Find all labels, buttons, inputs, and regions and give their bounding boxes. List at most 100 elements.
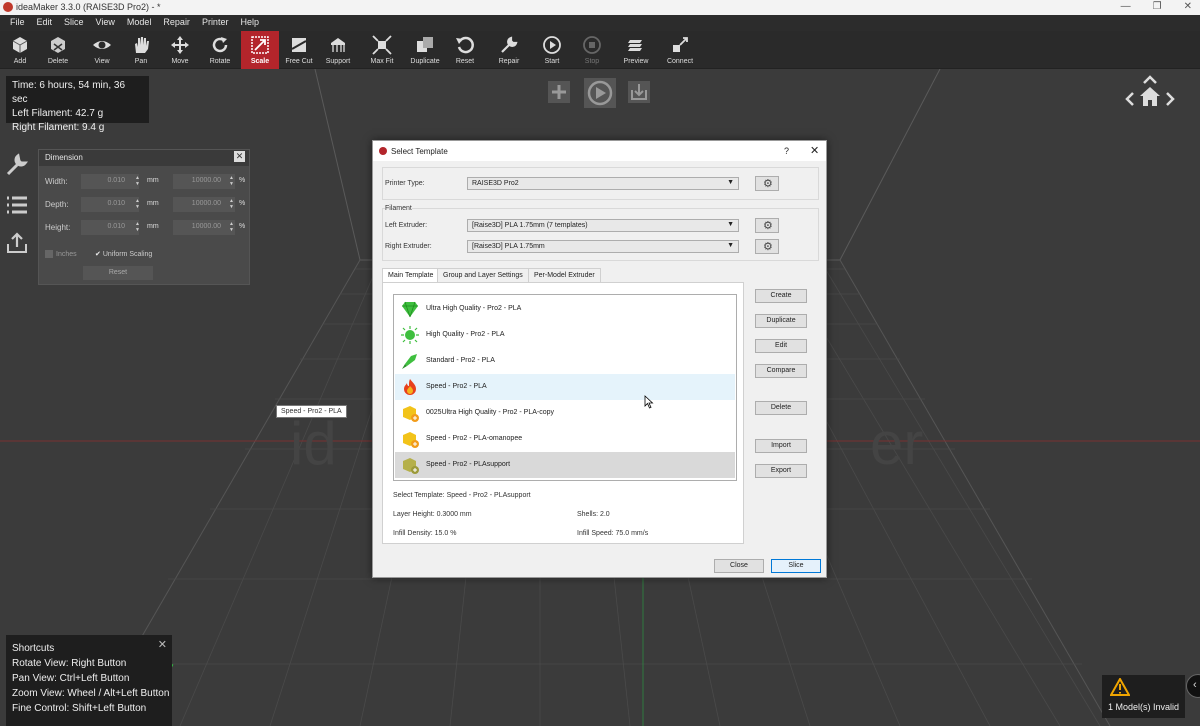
uniform-scaling-checkbox[interactable]: ✔ Uniform Scaling xyxy=(95,250,152,258)
left-extruder-label: Left Extruder: xyxy=(385,222,428,229)
delete-template-button[interactable]: Delete xyxy=(755,401,807,415)
close-button[interactable]: Close xyxy=(714,559,764,573)
move-button[interactable]: Move xyxy=(161,31,199,69)
shortcuts-close-button[interactable]: ✕ xyxy=(158,638,167,653)
export-button[interactable]: Export xyxy=(755,464,807,478)
printer-settings-button[interactable]: ⚙ xyxy=(755,176,779,191)
dialog-help-button[interactable]: ? xyxy=(784,146,789,156)
template-row[interactable]: Ultra High Quality - Pro2 - PLA xyxy=(395,296,735,322)
selected-template-info: Select Template: Speed - Pro2 - PLAsuppo… xyxy=(393,492,531,499)
depth-pct-input[interactable]: 10000.00 xyxy=(173,197,235,212)
svg-text:er: er xyxy=(870,410,923,477)
height-mm-input[interactable]: 0.010 xyxy=(81,220,139,235)
menu-help[interactable]: Help xyxy=(234,15,265,31)
dimension-close-button[interactable]: ✕ xyxy=(234,151,245,162)
custom-template-icon xyxy=(403,458,419,474)
duplicate-button[interactable]: Duplicate xyxy=(406,31,444,69)
depth-pct-spinner[interactable]: ▲ ▼ xyxy=(229,198,235,211)
menu-view[interactable]: View xyxy=(90,15,121,31)
play-view-icon[interactable] xyxy=(584,78,616,108)
minimize-button[interactable]: — xyxy=(1121,1,1131,12)
reset-button[interactable]: Reset xyxy=(446,31,484,69)
preview-button[interactable]: Preview xyxy=(617,31,655,69)
dimension-title: Dimension xyxy=(45,153,83,162)
maximize-button[interactable]: ❐ xyxy=(1153,1,1162,12)
slice-button[interactable]: Slice xyxy=(771,559,821,573)
view-button[interactable]: View xyxy=(83,31,121,69)
rotate-button[interactable]: Rotate xyxy=(201,31,239,69)
support-button[interactable]: Support xyxy=(319,31,357,69)
start-button[interactable]: Start xyxy=(533,31,571,69)
template-row[interactable]: Speed - Pro2 - PLA xyxy=(395,374,735,400)
menu-model[interactable]: Model xyxy=(121,15,158,31)
close-window-button[interactable]: ✕ xyxy=(1184,1,1192,12)
connect-button[interactable]: Connect xyxy=(661,31,699,69)
tab-per-model-extruder[interactable]: Per-Model Extruder xyxy=(528,268,601,282)
gear-icon: ⚙ xyxy=(763,220,773,232)
dialog-close-button[interactable]: ✕ xyxy=(810,144,819,157)
inches-checkbox[interactable]: Inches xyxy=(45,250,77,258)
printer-type-select[interactable]: RAISE3D Pro2 ▼ xyxy=(467,177,739,190)
height-pct-spinner[interactable]: ▲ ▼ xyxy=(229,221,235,234)
menu-file[interactable]: File xyxy=(4,15,31,31)
repair-button[interactable]: Repair xyxy=(490,31,528,69)
home-icon[interactable] xyxy=(1140,87,1160,106)
width-pct-spinner[interactable]: ▲ ▼ xyxy=(229,175,235,188)
left-extruder-settings-button[interactable]: ⚙ xyxy=(755,218,779,233)
nav-up-icon[interactable] xyxy=(1143,75,1157,84)
tab-main-template[interactable]: Main Template xyxy=(382,268,440,283)
delete-button[interactable]: Delete xyxy=(39,31,77,69)
add-view-icon[interactable] xyxy=(548,81,570,103)
list-icon[interactable] xyxy=(4,192,30,218)
scale-button[interactable]: Scale xyxy=(241,31,279,69)
depth-label: Depth: xyxy=(45,200,69,209)
free-cut-button[interactable]: Free Cut xyxy=(280,31,318,69)
template-row[interactable]: High Quality - Pro2 - PLA xyxy=(395,322,735,348)
template-row[interactable]: Speed - Pro2 - PLA-omanopee xyxy=(395,426,735,452)
depth-mm-spinner[interactable]: ▲ ▼ xyxy=(135,198,141,211)
duplicate-template-button[interactable]: Duplicate xyxy=(755,314,807,328)
template-row[interactable]: 0025Ultra High Quality - Pro2 - PLA-copy xyxy=(395,400,735,426)
wrench-icon[interactable] xyxy=(4,152,30,178)
menu-slice[interactable]: Slice xyxy=(58,15,90,31)
menu-repair[interactable]: Repair xyxy=(157,15,196,31)
tab-group-layer-settings[interactable]: Group and Layer Settings xyxy=(437,268,529,282)
dimension-reset-button[interactable]: Reset xyxy=(83,266,153,280)
template-row[interactable]: Standard - Pro2 - PLA xyxy=(395,348,735,374)
pan-button[interactable]: Pan xyxy=(122,31,160,69)
infill-density-info: Infill Density: 15.0 % xyxy=(393,530,457,537)
max-fit-button[interactable]: Max Fit xyxy=(363,31,401,69)
template-name: Speed - Pro2 - PLA-omanopee xyxy=(426,435,523,442)
height-mm-spinner[interactable]: ▲ ▼ xyxy=(135,221,141,234)
width-mm-spinner[interactable]: ▲ ▼ xyxy=(135,175,141,188)
menu-edit[interactable]: Edit xyxy=(31,15,59,31)
compare-button[interactable]: Compare xyxy=(755,364,807,378)
right-extruder-settings-button[interactable]: ⚙ xyxy=(755,239,779,254)
import-view-icon[interactable] xyxy=(628,81,650,103)
nav-left-icon[interactable] xyxy=(1125,92,1134,106)
dialog-header: Select Template ? ✕ xyxy=(373,141,826,161)
window-titlebar: ideaMaker 3.3.0 (RAISE3D Pro2) - * — ❐ ✕ xyxy=(0,0,1200,15)
create-button[interactable]: Create xyxy=(755,289,807,303)
mouse-cursor-icon xyxy=(644,395,654,409)
edit-button[interactable]: Edit xyxy=(755,339,807,353)
export-icon[interactable] xyxy=(4,230,30,256)
left-extruder-select[interactable]: [Raise3D] PLA 1.75mm (7 templates) ▼ xyxy=(467,219,739,232)
height-pct-input[interactable]: 10000.00 xyxy=(173,220,235,235)
right-extruder-select[interactable]: [Raise3D] PLA 1.75mm ▼ xyxy=(467,240,739,253)
import-button[interactable]: Import xyxy=(755,439,807,453)
width-pct-input[interactable]: 10000.00 xyxy=(173,174,235,189)
left-extruder-value: [Raise3D] PLA 1.75mm (7 templates) xyxy=(472,222,588,229)
height-mm-unit: mm xyxy=(147,223,159,230)
right-filament: Right Filament: 9.4 g xyxy=(12,122,105,133)
sun-icon xyxy=(401,326,419,344)
add-button[interactable]: Add xyxy=(1,31,39,69)
scale-icon xyxy=(251,36,269,54)
depth-mm-input[interactable]: 0.010 xyxy=(81,197,139,212)
menu-printer[interactable]: Printer xyxy=(196,15,235,31)
width-mm-input[interactable]: 0.010 xyxy=(81,174,139,189)
template-row[interactable]: Speed - Pro2 - PLAsupport xyxy=(395,452,735,478)
stop-button[interactable]: Stop xyxy=(573,31,611,69)
nav-right-icon[interactable] xyxy=(1166,92,1175,106)
model-status-badge[interactable]: 1 Model(s) Invalid xyxy=(1102,675,1185,718)
